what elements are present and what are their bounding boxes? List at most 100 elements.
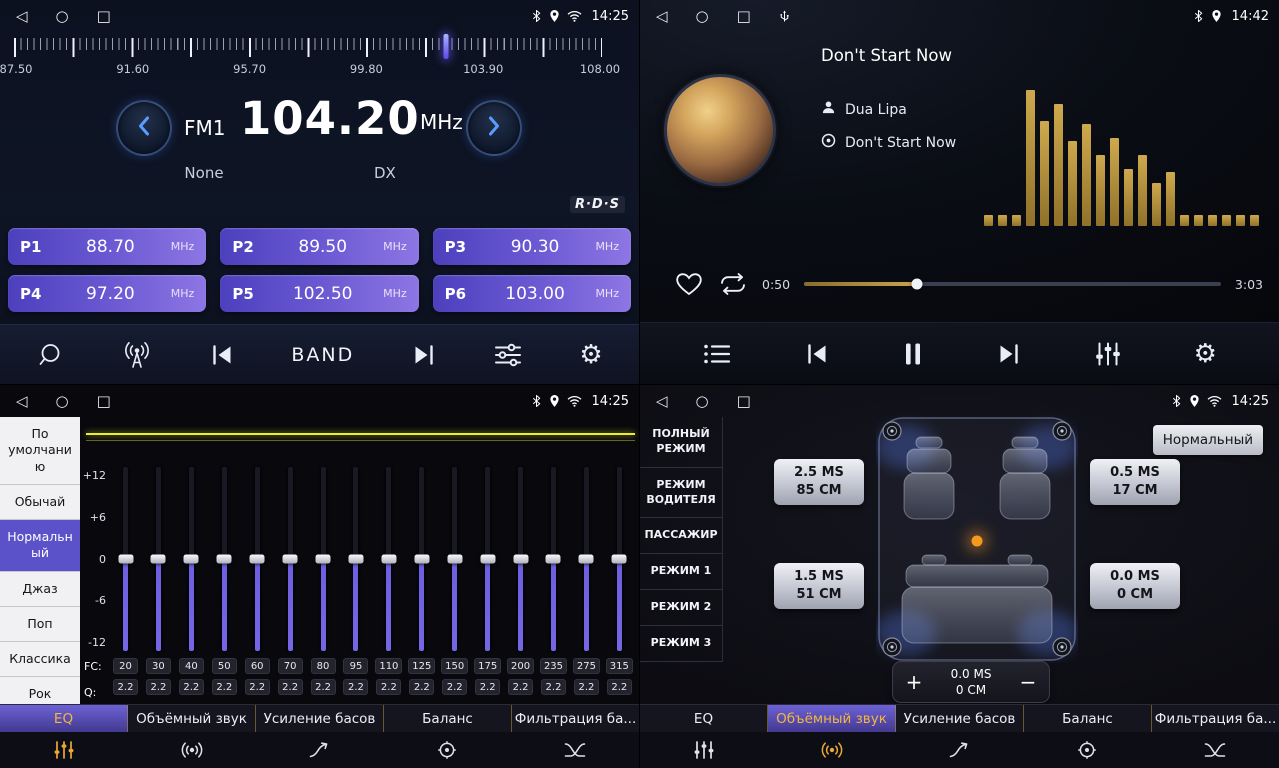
eq-band-slider-handle[interactable] [381,555,396,564]
playlist-icon[interactable] [702,342,732,366]
surround-sound-icon[interactable] [128,740,256,760]
delay-front-right-button[interactable]: 0.5 MS 17 CM [1090,459,1180,505]
crossover-filter-icon[interactable] [511,740,639,760]
eq-band-slider-handle[interactable] [579,555,594,564]
eq-band-slider[interactable] [617,467,622,651]
previous-station-icon[interactable] [209,344,235,366]
eq-band-slider[interactable] [452,467,457,651]
eq-band-slider[interactable] [156,467,161,651]
scan-icon[interactable] [36,341,64,369]
eq-mixer-icon[interactable] [0,740,128,760]
tune-down-button[interactable] [116,100,172,156]
home-button[interactable]: ○ [696,394,709,409]
recents-button[interactable]: □ [97,9,111,24]
eq-band-slider[interactable] [353,467,358,651]
back-button[interactable]: ◁ [656,9,668,24]
home-button[interactable]: ○ [696,9,709,24]
eq-band-slider-handle[interactable] [348,555,363,564]
eq-band-slider-handle[interactable] [612,555,627,564]
pause-icon[interactable] [902,341,924,367]
next-station-icon[interactable] [411,344,437,366]
settings-gear-icon[interactable]: ⚙ [579,342,602,368]
recents-button[interactable]: □ [97,394,111,409]
eq-band-slider[interactable] [288,467,293,651]
eq-band-slider[interactable] [518,467,523,651]
delay-front-left-button[interactable]: 2.5 MS 85 CM [774,459,864,505]
tab-filter[interactable]: Фильтрация ба... [1152,705,1279,732]
equalizer-icon[interactable] [493,342,523,368]
preset-button-p2[interactable]: P2 89.50 MHz [220,228,418,265]
preset-button-p1[interactable]: P1 88.70 MHz [8,228,206,265]
repeat-icon[interactable] [718,272,748,296]
mode-item-1[interactable]: РЕЖИМ 1 [640,554,722,590]
back-button[interactable]: ◁ [16,394,28,409]
preset-button-p5[interactable]: P5 102.50 MHz [220,275,418,312]
eq-band-slider[interactable] [189,467,194,651]
frequency-indicator[interactable] [444,34,449,59]
mode-item-2[interactable]: РЕЖИМ 2 [640,590,722,626]
increase-delay-button[interactable]: + [893,670,935,694]
eq-preset-item[interactable]: По умолчанию [0,417,80,485]
tune-up-button[interactable] [466,100,522,156]
mode-item-passenger[interactable]: ПАССАЖИР [640,518,722,554]
eq-band-slider[interactable] [386,467,391,651]
tab-eq[interactable]: EQ [640,705,768,732]
eq-preset-item[interactable]: Рок [0,677,80,704]
bass-boost-icon[interactable] [256,740,384,760]
delay-rear-left-button[interactable]: 1.5 MS 51 CM [774,563,864,609]
eq-band-slider-handle[interactable] [316,555,331,564]
tab-surround[interactable]: Объёмный звук [128,705,256,732]
back-button[interactable]: ◁ [656,394,668,409]
tab-eq[interactable]: EQ [0,705,128,732]
eq-band-slider-handle[interactable] [480,555,495,564]
eq-band-slider[interactable] [584,467,589,651]
eq-band-slider-handle[interactable] [250,555,265,564]
tab-bass-boost[interactable]: Усиление басов [256,705,384,732]
eq-mixer-icon[interactable] [640,740,768,760]
eq-band-slider[interactable] [222,467,227,651]
progress-knob[interactable] [911,279,922,290]
stage-preset-button[interactable]: Нормальный [1153,425,1263,455]
delay-rear-right-button[interactable]: 0.0 MS 0 CM [1090,563,1180,609]
surround-sound-icon[interactable] [768,740,896,760]
eq-band-slider-handle[interactable] [283,555,298,564]
home-button[interactable]: ○ [56,9,69,24]
tab-balance[interactable]: Баланс [1024,705,1152,732]
mode-item-driver[interactable]: РЕЖИМ ВОДИТЕЛЯ [640,468,722,519]
home-button[interactable]: ○ [56,394,69,409]
next-track-icon[interactable] [996,343,1022,365]
mixer-icon[interactable] [1094,341,1122,367]
recents-button[interactable]: □ [737,394,751,409]
eq-preset-item[interactable]: Джаз [0,572,80,607]
tab-bass-boost[interactable]: Усиление басов [896,705,1024,732]
seek-bar[interactable] [804,282,1221,286]
eq-preset-item[interactable]: Поп [0,607,80,642]
favorite-heart-icon[interactable] [674,271,704,297]
band-button[interactable]: BAND [291,344,354,366]
eq-band-slider[interactable] [123,467,128,651]
eq-band-slider-handle[interactable] [184,555,199,564]
settings-gear-icon[interactable]: ⚙ [1194,341,1217,367]
tab-filter[interactable]: Фильтрация ба... [512,705,639,732]
frequency-ruler[interactable]: 87.50 91.60 95.70 99.80 103.90 108.00 [14,38,602,88]
eq-preset-item[interactable]: Обычай [0,485,80,520]
eq-band-slider-handle[interactable] [447,555,462,564]
eq-band-slider[interactable] [321,467,326,651]
tab-surround[interactable]: Объёмный звук [768,705,896,732]
bass-boost-icon[interactable] [896,740,1024,760]
broadcast-antenna-icon[interactable] [121,341,153,369]
mode-item-full[interactable]: ПОЛНЫЙ РЕЖИМ [640,417,722,468]
eq-band-slider-handle[interactable] [217,555,232,564]
preset-button-p6[interactable]: P6 103.00 MHz [433,275,631,312]
eq-band-slider[interactable] [551,467,556,651]
previous-track-icon[interactable] [804,343,830,365]
preset-button-p3[interactable]: P3 90.30 MHz [433,228,631,265]
eq-band-slider-handle[interactable] [118,555,133,564]
eq-band-slider[interactable] [485,467,490,651]
eq-band-slider-handle[interactable] [414,555,429,564]
crossover-filter-icon[interactable] [1151,740,1279,760]
recents-button[interactable]: □ [737,9,751,24]
mode-item-3[interactable]: РЕЖИМ 3 [640,626,722,662]
decrease-delay-button[interactable]: − [1007,670,1049,694]
eq-preset-item[interactable]: Нормальный [0,520,80,572]
